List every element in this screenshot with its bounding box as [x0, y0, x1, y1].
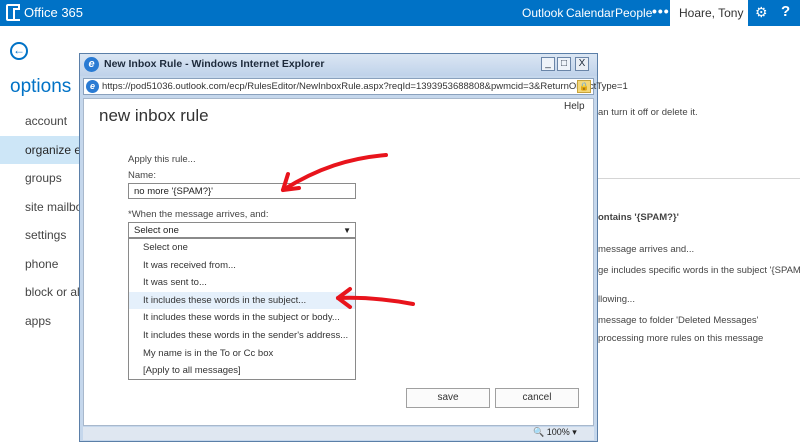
bg-action-2: processing more rules on this message	[598, 333, 764, 344]
minimize-icon[interactable]: _	[541, 57, 555, 71]
app-title: Office 365	[24, 5, 84, 20]
office-logo-icon	[6, 4, 20, 21]
dropdown-option[interactable]: My name is in the To or Cc box	[129, 345, 355, 363]
gear-icon[interactable]: ⚙	[755, 4, 768, 21]
url-text[interactable]: https://pod51036.outlook.com/ecp/RulesEd…	[102, 81, 628, 92]
cancel-button[interactable]: cancel	[495, 388, 579, 408]
dialog-title: new inbox rule	[99, 106, 209, 125]
dropdown-option[interactable]: Select one	[129, 239, 355, 257]
nav-item-block-or-allow[interactable]: block or allo	[0, 278, 90, 307]
more-icon[interactable]: •••	[652, 3, 670, 19]
apply-rule-label: Apply this rule...	[128, 154, 196, 165]
nav-item-organize-email[interactable]: organize em	[0, 135, 90, 164]
bg-do-following: llowing...	[598, 294, 635, 305]
ie-popup-window: e New Inbox Rule - Windows Internet Expl…	[79, 53, 628, 442]
maximize-icon[interactable]: □	[557, 57, 571, 71]
help-icon[interactable]: ?	[781, 3, 790, 20]
dropdown-option[interactable]: It includes these words in the sender's …	[129, 327, 355, 345]
nav-item-phone[interactable]: phone	[0, 250, 90, 279]
nav-calendar[interactable]: Calendar	[566, 6, 615, 20]
dropdown-option[interactable]: It was sent to...	[129, 274, 355, 292]
window-title: New Inbox Rule - Windows Internet Explor…	[104, 58, 325, 70]
nav-item-apps[interactable]: apps	[0, 307, 90, 336]
options-title: options	[10, 76, 72, 97]
back-arrow-icon[interactable]: ←	[10, 42, 28, 60]
bg-condition: ge includes specific words in the subjec…	[598, 265, 800, 276]
condition-select[interactable]: Select one ▼	[128, 222, 356, 238]
help-link[interactable]: Help	[564, 101, 585, 112]
zoom-level[interactable]: 🔍 100% ▾	[533, 427, 577, 438]
office365-logo[interactable]: Office 365	[6, 4, 83, 21]
window-title-bar[interactable]: e New Inbox Rule - Windows Internet Expl…	[80, 54, 597, 76]
options-nav: account organize em groups site mailbox …	[0, 107, 90, 335]
nav-item-site-mailboxes[interactable]: site mailbox	[0, 193, 90, 222]
dialog-content: new inbox rule Help Apply this rule... N…	[83, 98, 594, 426]
save-button[interactable]: save	[406, 388, 490, 408]
nav-item-account[interactable]: account	[0, 107, 90, 136]
nav-item-settings[interactable]: settings	[0, 221, 90, 250]
when-label: *When the message arrives, and:	[128, 209, 269, 220]
user-name[interactable]: Hoare, Tony	[670, 0, 748, 26]
status-bar: 🔍 100% ▾	[83, 427, 594, 440]
bg-rule-name: ontains '{SPAM?}'	[598, 212, 679, 223]
dropdown-option-highlighted[interactable]: It includes these words in the subject..…	[129, 291, 355, 310]
dropdown-option[interactable]: [Apply to all messages]	[129, 362, 355, 380]
page-icon: e	[86, 80, 99, 93]
bg-description: an turn it off or delete it.	[598, 107, 698, 118]
divider	[597, 178, 800, 179]
lock-icon[interactable]: 🔒	[577, 80, 591, 93]
name-label: Name:	[128, 170, 156, 181]
nav-outlook[interactable]: Outlook	[522, 6, 563, 20]
dropdown-option[interactable]: It was received from...	[129, 257, 355, 275]
top-bar: Office 365 Outlook Calendar People ••• H…	[0, 0, 800, 26]
bg-action-1: message to folder 'Deleted Messages'	[598, 315, 759, 326]
ie-logo-icon: e	[84, 57, 99, 72]
nav-item-groups[interactable]: groups	[0, 164, 90, 193]
chevron-down-icon[interactable]: ▼	[343, 226, 351, 235]
condition-dropdown-list: Select one It was received from... It wa…	[128, 238, 356, 380]
dropdown-option[interactable]: It includes these words in the subject o…	[129, 309, 355, 327]
close-icon[interactable]: X	[575, 57, 589, 71]
rule-name-input[interactable]	[128, 183, 356, 199]
zoom-value: 100%	[546, 427, 570, 437]
condition-select-value: Select one	[134, 225, 179, 236]
address-bar[interactable]: e https://pod51036.outlook.com/ecp/Rules…	[83, 78, 628, 95]
nav-people[interactable]: People	[615, 6, 652, 20]
bg-when: message arrives and...	[598, 244, 695, 255]
